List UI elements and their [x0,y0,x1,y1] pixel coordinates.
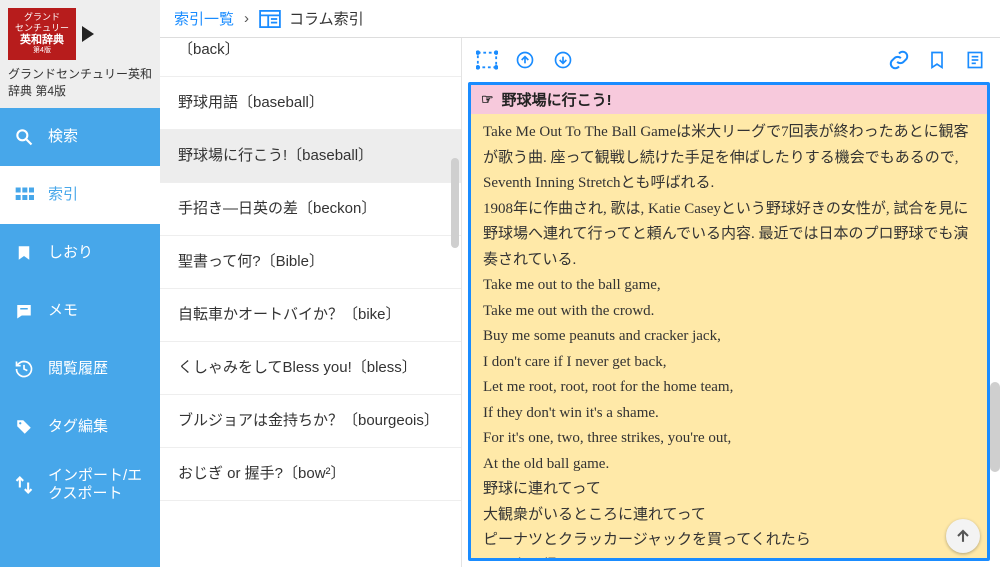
bookmark-outline-icon[interactable] [926,49,948,71]
article-scrollbar[interactable] [990,382,1000,472]
dictionary-title: グランドセンチュリー英和辞典 第4版 [8,66,152,100]
sidebar-item-label: 索引 [48,186,146,204]
article-line: 1908年に作曲され, 歌は, Katie Caseyという野球好きの女性が, … [483,197,975,274]
sidebar-item-label: インポート/エクスポート [48,467,146,503]
index-item[interactable]: くしゃみをしてBless you!〔bless〕 [160,342,461,395]
article-line: Buy me some peanuts and cracker jack, [483,324,975,350]
breadcrumb-root[interactable]: 索引一覧 [174,8,234,29]
history-icon [14,359,34,379]
index-item[interactable]: 〔back〕 [160,38,461,77]
article-line: Let me root, root, root for the home tea… [483,375,975,401]
index-item[interactable]: 野球場に行こう!〔baseball〕 [160,130,461,183]
sidebar-item-label: メモ [48,302,146,320]
sidebar-item-index[interactable]: 索引 [0,166,160,224]
index-scrollbar[interactable] [451,158,459,248]
dictionary-cover: グランド センチュリー 英和辞典 第4版 [8,8,76,60]
bookmark-icon [14,243,34,263]
import-export-icon [14,475,34,495]
sidebar-item-history[interactable]: 閲覧履歴 [0,340,160,398]
breadcrumb: 索引一覧 › コラム索引 [160,0,1000,38]
search-icon [14,127,34,147]
article-toolbar [462,38,1000,82]
index-item[interactable]: おじぎ or 握手?〔bow²〕 [160,448,461,501]
article-title-row: ☞ 野球場に行こう! [471,85,987,114]
up-arrow-circle-icon[interactable] [514,49,536,71]
breadcrumb-current: コラム索引 [289,8,364,29]
scroll-to-top-button[interactable] [946,519,980,553]
article-line: もう家に帰れなくなったってかまわないわ [483,554,975,560]
index-item[interactable]: 聖書って何?〔Bible〕 [160,236,461,289]
down-arrow-circle-icon[interactable] [552,49,574,71]
article-line: For it's one, two, three strikes, you're… [483,426,975,452]
sidebar-item-label: しおり [48,244,146,262]
sidebar-item-label: タグ編集 [48,418,146,436]
sidebar-item-tag[interactable]: タグ編集 [0,398,160,456]
index-item[interactable]: ブルジョアは金持ちか？〔bourgeois〕 [160,395,461,448]
sidebar-item-label: 検索 [48,128,146,146]
article-line: 大観衆がいるところに連れてって [483,503,975,529]
article-title: 野球場に行こう! [502,89,612,110]
memo-icon [14,301,34,321]
article-line: Take me out to the ball game, [483,273,975,299]
index-pane: 〔back〕野球用語〔baseball〕野球場に行こう!〔baseball〕手招… [160,38,462,567]
sidebar-item-label: 閲覧履歴 [48,360,146,378]
tag-icon [14,417,34,437]
selection-icon[interactable] [476,49,498,71]
article-line: Take Me Out To The Ball Gameは米大リーグで7回表が終… [483,120,975,197]
article-body[interactable]: Take Me Out To The Ball Gameは米大リーグで7回表が終… [471,114,987,559]
dictionary-header[interactable]: グランド センチュリー 英和辞典 第4版 グランドセンチュリー英和辞典 第4版 [0,0,160,108]
sidebar-item-search[interactable]: 検索 [0,108,160,166]
sidebar-item-import-export[interactable]: インポート/エクスポート [0,456,160,514]
index-item[interactable]: 野球用語〔baseball〕 [160,77,461,130]
article-line: I don't care if I never get back, [483,350,975,376]
play-icon[interactable] [82,26,94,42]
article-line: Take me out with the crowd. [483,299,975,325]
article-pane: ☞ 野球場に行こう! Take Me Out To The Ball Gameは… [462,38,1000,567]
pointing-hand-icon: ☞ [481,91,494,108]
article-line: If they don't win it's a shame. [483,401,975,427]
article-line: 野球に連れてって [483,477,975,503]
article-content: ☞ 野球場に行こう! Take Me Out To The Ball Gameは… [468,82,990,561]
article-line: At the old ball game. [483,452,975,478]
sidebar: グランド センチュリー 英和辞典 第4版 グランドセンチュリー英和辞典 第4版 … [0,0,160,567]
index-item[interactable]: 手招き—日英の差〔beckon〕 [160,183,461,236]
link-icon[interactable] [888,49,910,71]
breadcrumb-sep: › [244,10,249,27]
main: 索引一覧 › コラム索引 〔back〕野球用語〔baseball〕野球場に行こう… [160,0,1000,567]
sidebar-item-bookmark[interactable]: しおり [0,224,160,282]
note-icon[interactable] [964,49,986,71]
grid-icon [14,185,34,205]
index-item[interactable]: 自転車かオートバイか？〔bike〕 [160,289,461,342]
article-line: ピーナツとクラッカージャックを買ってくれたら [483,528,975,554]
sidebar-item-memo[interactable]: メモ [0,282,160,340]
sidebar-nav: 検索 索引 しおり メモ 閲覧履歴 タグ編集 [0,108,160,567]
index-list[interactable]: 〔back〕野球用語〔baseball〕野球場に行こう!〔baseball〕手招… [160,38,461,567]
column-index-icon [259,10,279,28]
